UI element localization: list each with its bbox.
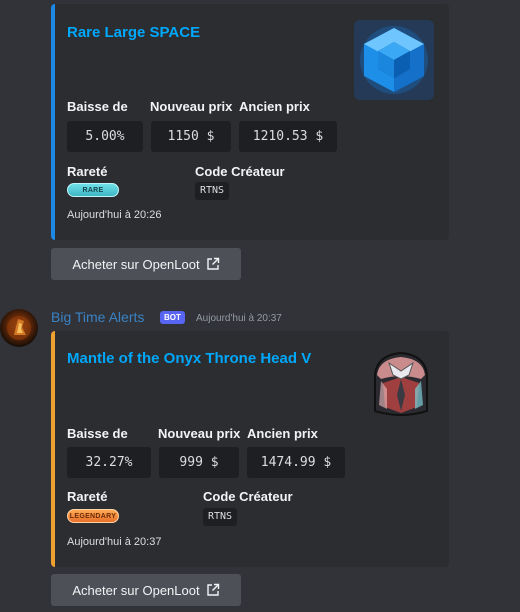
drop-label: Baisse de xyxy=(67,99,128,114)
rarity-label: Rareté xyxy=(67,489,108,504)
old-price-value: 1210.53 $ xyxy=(239,121,337,152)
button-label: Acheter sur OpenLoot xyxy=(72,582,200,598)
creator-code-label: Code Créateur xyxy=(195,164,285,179)
author-name[interactable]: Big Time Alerts xyxy=(51,309,144,325)
drop-label: Baisse de xyxy=(67,426,128,441)
creator-code-label: Code Créateur xyxy=(203,489,293,504)
new-price-value: 1150 $ xyxy=(151,121,231,152)
old-price-label: Ancien prix xyxy=(247,426,318,441)
new-price-label: Nouveau prix xyxy=(158,426,241,441)
external-link-icon xyxy=(206,257,220,271)
creator-code-value: RTNS xyxy=(203,508,238,526)
avatar[interactable] xyxy=(0,309,38,347)
embed-title[interactable]: Rare Large SPACE xyxy=(67,24,200,41)
new-price-value: 999 $ xyxy=(159,447,239,478)
embed-card: Rare Large SPACE Baisse de Nouveau prix … xyxy=(51,4,449,240)
buy-openloot-button[interactable]: Acheter sur OpenLoot xyxy=(51,248,241,280)
old-price-value: 1474.99 $ xyxy=(247,447,345,478)
creator-code-value: RTNS xyxy=(195,182,230,200)
embed-timestamp: Aujourd'hui à 20:26 xyxy=(67,209,162,221)
rarity-badge: LEGENDARY xyxy=(67,509,119,523)
drop-value: 5.00% xyxy=(67,121,143,152)
buy-openloot-button[interactable]: Acheter sur OpenLoot xyxy=(51,574,241,606)
helmet-icon[interactable] xyxy=(361,345,441,425)
embed-card: Mantle of the Onyx Throne Head V Baisse … xyxy=(51,331,449,567)
bot-tag: BOT xyxy=(160,311,185,324)
chat-view: Rare Large SPACE Baisse de Nouveau prix … xyxy=(0,0,520,612)
old-price-label: Ancien prix xyxy=(239,99,310,114)
button-label: Acheter sur OpenLoot xyxy=(72,256,200,272)
new-price-label: Nouveau prix xyxy=(150,99,233,114)
embed-timestamp: Aujourd'hui à 20:37 xyxy=(67,536,162,548)
external-link-icon xyxy=(206,583,220,597)
message-timestamp[interactable]: Aujourd'hui à 20:37 xyxy=(196,313,282,324)
embed-title[interactable]: Mantle of the Onyx Throne Head V xyxy=(67,350,311,367)
drop-value: 32.27% xyxy=(67,447,151,478)
rarity-badge: RARE xyxy=(67,183,119,197)
rarity-label: Rareté xyxy=(67,164,108,179)
blue-cube-icon[interactable] xyxy=(354,20,434,100)
